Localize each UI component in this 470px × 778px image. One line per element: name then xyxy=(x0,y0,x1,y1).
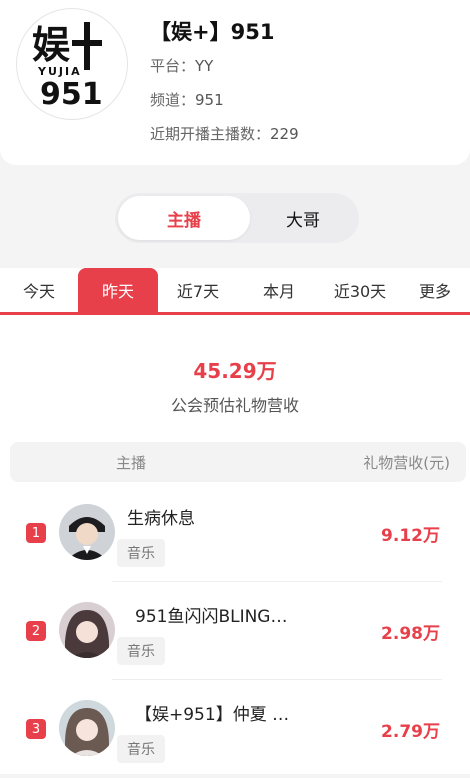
tab-today[interactable]: 今天 xyxy=(0,268,78,312)
channel-label: 频道： xyxy=(150,91,196,109)
ranking-type-toggle: 主播 大哥 xyxy=(115,193,359,243)
category-tag: 音乐 xyxy=(117,637,165,665)
platform-label: 平台： xyxy=(150,57,196,75)
host-name[interactable]: 生病休息 xyxy=(127,504,195,529)
tab-last-30-days[interactable]: 近30天 xyxy=(320,268,400,312)
channel-value: 951 xyxy=(195,91,224,109)
guild-logo-image: 娱 YUJIA 951 xyxy=(32,22,103,112)
ranking-content: 45.29万 公会预估礼物营收 主播 礼物营收(元) 1 生病休息 音乐 9.1… xyxy=(0,315,470,774)
active-anchors-row: 近期开播主播数：229 xyxy=(150,123,299,144)
active-anchors-label: 近期开播主播数： xyxy=(150,125,271,143)
guild-title: 【娱+】951 xyxy=(150,20,275,44)
svg-text:娱: 娱 xyxy=(32,23,70,67)
avatar[interactable] xyxy=(59,504,115,560)
category-tag: 音乐 xyxy=(117,735,165,763)
svg-text:951: 951 xyxy=(40,77,103,112)
gift-revenue: 2.79万 xyxy=(381,722,440,742)
rank-badge: 1 xyxy=(26,523,46,543)
rank-badge: 3 xyxy=(26,719,46,739)
column-host-header: 主播 xyxy=(116,454,147,472)
tab-last-7-days[interactable]: 近7天 xyxy=(158,268,238,312)
table-row[interactable]: 1 生病休息 音乐 9.12万 xyxy=(0,484,470,582)
guild-header-card: 娱 YUJIA 951 【娱+】951 平台：YY 频道：951 近期开播主播数… xyxy=(0,0,470,165)
time-range-tabs: 今天 昨天 近7天 本月 近30天 更多 xyxy=(0,268,470,315)
table-row[interactable]: 3 【娱+951】仲夏 … 音乐 2.79万 xyxy=(0,680,470,778)
column-revenue-header: 礼物营收(元) xyxy=(363,454,450,472)
tab-more[interactable]: 更多 xyxy=(400,268,470,312)
toggle-big-brother[interactable]: 大哥 xyxy=(247,196,359,240)
total-revenue-label: 公会预估礼物营收 xyxy=(170,396,299,415)
tab-this-month[interactable]: 本月 xyxy=(238,268,320,312)
gift-revenue: 9.12万 xyxy=(381,526,440,546)
gift-revenue: 2.98万 xyxy=(381,624,440,644)
rank-badge: 2 xyxy=(26,621,46,641)
avatar[interactable] xyxy=(59,700,115,756)
total-revenue-value: 45.29万 xyxy=(193,359,277,383)
avatar[interactable] xyxy=(59,602,115,658)
host-name[interactable]: 951鱼闪闪BLING… xyxy=(135,602,288,627)
tab-yesterday[interactable]: 昨天 xyxy=(78,268,158,312)
table-header: 主播 礼物营收(元) xyxy=(10,442,466,482)
platform-row: 平台：YY xyxy=(150,55,213,76)
host-name[interactable]: 【娱+951】仲夏 … xyxy=(135,700,289,725)
channel-row: 频道：951 xyxy=(150,89,224,110)
guild-logo: 娱 YUJIA 951 xyxy=(16,8,128,120)
table-row[interactable]: 2 951鱼闪闪BLING… 音乐 2.98万 xyxy=(0,582,470,680)
active-anchors-value: 229 xyxy=(270,125,299,143)
platform-value: YY xyxy=(195,57,214,75)
toggle-anchor[interactable]: 主播 xyxy=(118,196,250,240)
category-tag: 音乐 xyxy=(117,539,165,567)
